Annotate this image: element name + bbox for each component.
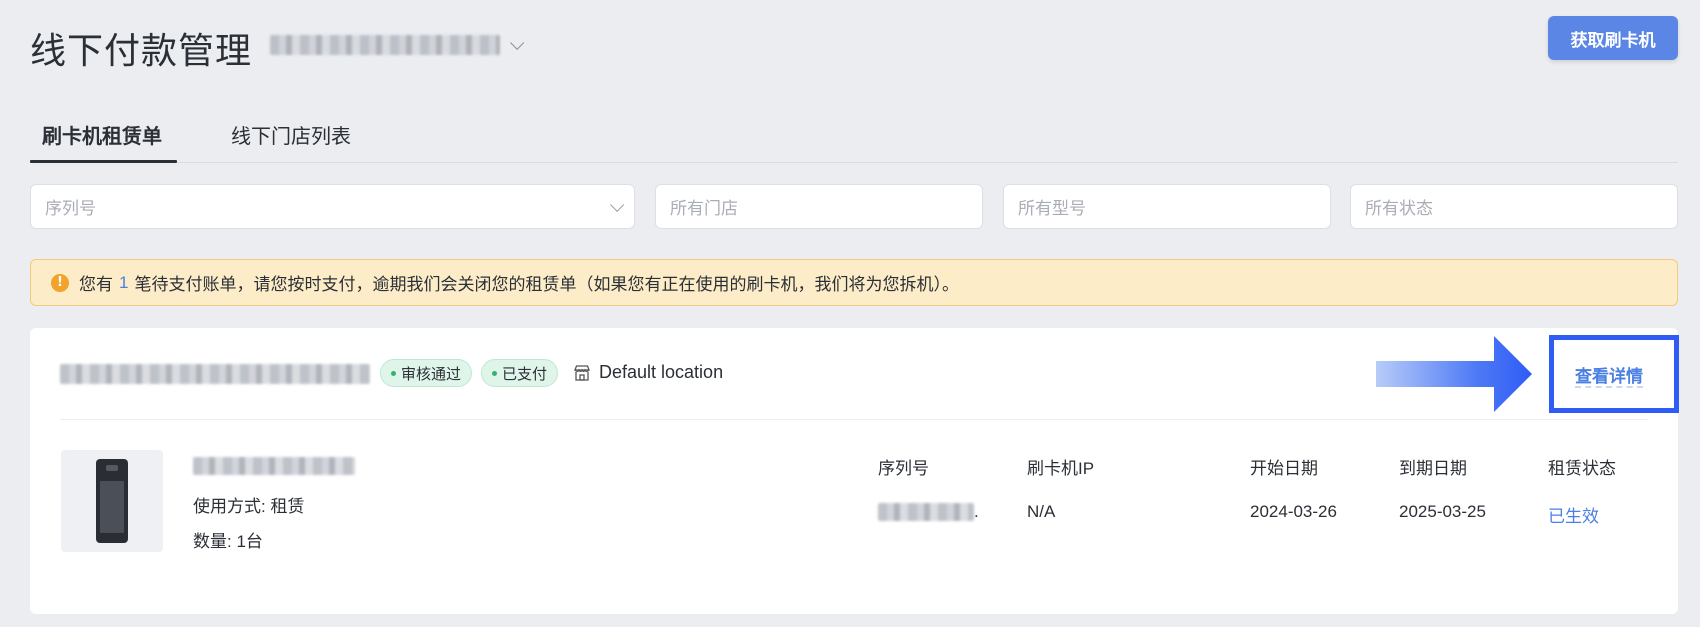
divider: [60, 419, 1648, 420]
pending-bill-count[interactable]: 1: [119, 273, 128, 293]
order-location: Default location: [573, 362, 723, 383]
badge-label: 审核通过: [401, 365, 462, 383]
badge-dot: [391, 370, 396, 376]
get-terminal-button[interactable]: 获取刷卡机: [1548, 16, 1678, 60]
column-header-serial: 序列号: [878, 459, 929, 478]
page: 线下付款管理 获取刷卡机 刷卡机租赁单 线下门店列表 序列号 所有门店 所有型号…: [0, 0, 1700, 627]
blurred-serial: [878, 503, 974, 521]
column-header-start-date: 开始日期: [1250, 459, 1318, 478]
status-filter-placeholder: 所有状态: [1365, 199, 1433, 218]
model-filter[interactable]: 所有型号: [1003, 184, 1331, 229]
column-header-rental-status: 租赁状态: [1548, 459, 1616, 478]
view-details-link[interactable]: 查看详情: [1575, 362, 1643, 387]
rental-order-card: 审核通过 已支付 Default location 查看详情 使用方式: 租赁 …: [30, 328, 1679, 614]
serial-select-placeholder: 序列号: [45, 199, 96, 218]
tab-offline-stores[interactable]: 线下门店列表: [231, 120, 351, 149]
model-filter-placeholder: 所有型号: [1018, 199, 1086, 218]
alert-message: 笔待支付账单，请您按时支付，逾期我们会关闭您的租赁单（如果您有正在使用的刷卡机，…: [134, 275, 959, 294]
alert-prefix: 您有: [79, 275, 113, 294]
active-tab-indicator: [30, 160, 177, 163]
serial-suffix: .: [974, 502, 979, 521]
quantity: 数量: 1台: [193, 532, 263, 551]
end-date-value: 2025-03-25: [1399, 502, 1486, 521]
serial-value: .: [878, 502, 979, 522]
tab-bar: 刷卡机租赁单 线下门店列表: [30, 110, 1678, 163]
serial-select[interactable]: 序列号: [30, 184, 635, 229]
blurred-order-id: [60, 364, 370, 384]
column-header-end-date: 到期日期: [1399, 459, 1467, 478]
store-filter-placeholder: 所有门店: [670, 199, 738, 218]
location-name: Default location: [599, 362, 724, 382]
store-icon: [574, 364, 590, 381]
pending-payment-alert: ! 您有 1 笔待支付账单，请您按时支付，逾期我们会关闭您的租赁单（如果您有正在…: [30, 259, 1678, 306]
store-selector[interactable]: [270, 30, 525, 60]
tab-rental-orders[interactable]: 刷卡机租赁单: [42, 120, 162, 149]
status-filter[interactable]: 所有状态: [1350, 184, 1678, 229]
rental-status-value[interactable]: 已生效: [1548, 502, 1599, 527]
status-badge-paid: 已支付: [481, 359, 559, 387]
card-terminal-icon: [96, 459, 128, 543]
badge-label: 已支付: [502, 365, 548, 383]
status-badge-approved: 审核通过: [380, 359, 473, 387]
chevron-down-icon: [510, 35, 525, 50]
blurred-device-model: [193, 457, 355, 475]
warning-icon: !: [51, 273, 69, 292]
pointer-arrow-icon: [1376, 336, 1532, 412]
badge-dot: [492, 370, 497, 376]
blurred-store-name: [270, 35, 500, 55]
usage-mode: 使用方式: 租赁: [193, 497, 305, 516]
chevron-down-icon: [610, 197, 625, 212]
page-title: 线下付款管理: [30, 30, 253, 71]
column-header-ip: 刷卡机IP: [1027, 459, 1095, 478]
ip-value: N/A: [1027, 502, 1056, 521]
store-filter[interactable]: 所有门店: [655, 184, 983, 229]
start-date-value: 2024-03-26: [1250, 502, 1337, 521]
card-terminal-image: [61, 450, 163, 552]
